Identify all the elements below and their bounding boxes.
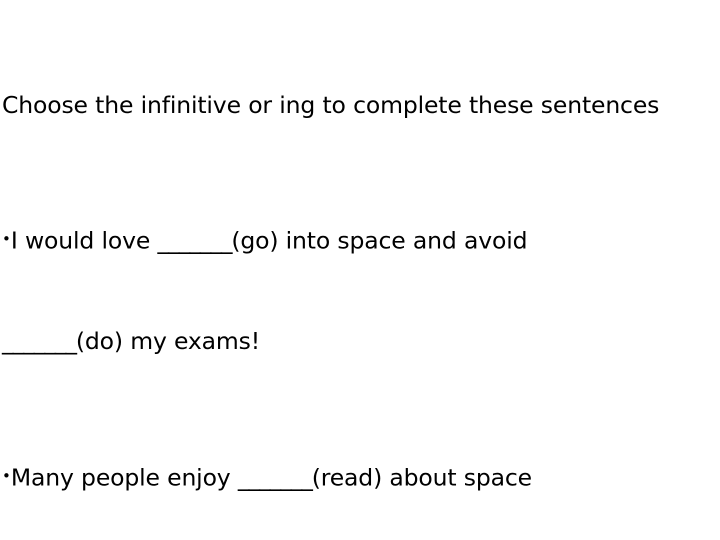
answer-blank[interactable]: _______: [2, 327, 77, 355]
exercise-item-1-line-2: _______(do) my exams!: [2, 327, 261, 356]
answer-blank[interactable]: _______: [157, 227, 232, 255]
exercise-heading: Choose the infinitive or ing to complete…: [2, 90, 660, 119]
answer-blank[interactable]: _______: [238, 463, 313, 491]
bullet-icon: •: [2, 230, 11, 249]
exercise-item-1-line-1: •I would love _______(go) into space and…: [2, 226, 528, 255]
slide-canvas: Choose the infinitive or ing to complete…: [0, 0, 720, 540]
bullet-icon: •: [2, 466, 11, 485]
exercise-item-2-line-1: •Many people enjoy _______(read) about s…: [2, 463, 532, 492]
exercise-text-body[interactable]: Choose the infinitive or ing to complete…: [2, 0, 718, 540]
